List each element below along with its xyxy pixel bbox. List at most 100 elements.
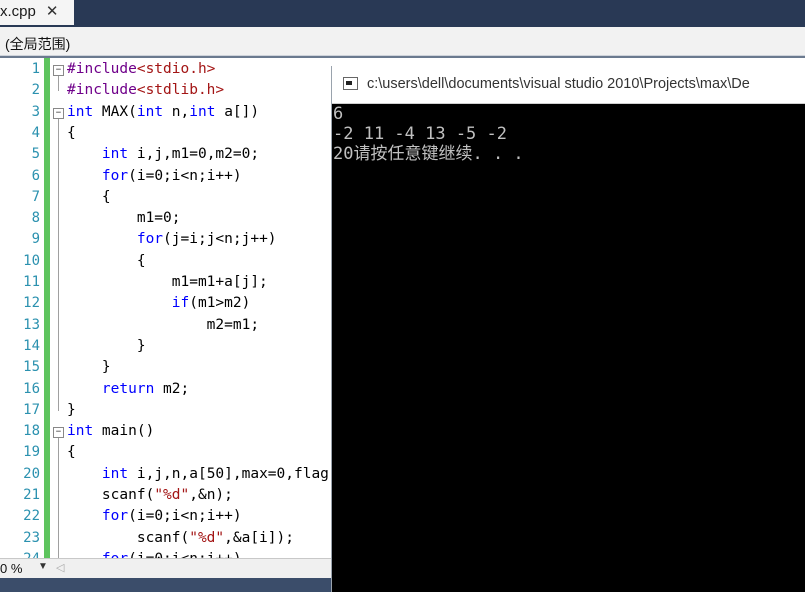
code-line[interactable]: scanf("%d",&n); — [67, 485, 233, 506]
file-tab-label: x.cpp — [0, 3, 36, 20]
code-token: int — [101, 146, 129, 163]
line-number: 3 — [31, 103, 40, 120]
collapse-icon[interactable]: − — [53, 427, 64, 439]
close-tab-icon[interactable]: ✕ — [46, 4, 59, 19]
line-number: 12 — [23, 295, 40, 312]
code-token: scanf( — [67, 529, 190, 546]
code-line[interactable]: { — [67, 442, 76, 463]
code-token: m2=m1; — [67, 316, 260, 333]
code-token: int — [189, 103, 216, 120]
code-token: m1=m1+a[j]; — [67, 274, 268, 290]
code-editor[interactable]: 123456789101112131415161718192021222324 … — [0, 58, 332, 558]
code-token: ,&n); — [189, 487, 233, 503]
code-token: #include — [67, 61, 137, 77]
scope-navigation-bar: (全局范围) — [0, 27, 805, 56]
code-line[interactable]: int i,j,n,a[50],max=0,flag — [67, 464, 329, 485]
code-line[interactable]: int i,j,m1=0,m2=0; — [67, 144, 259, 165]
code-token: if — [171, 295, 190, 312]
line-number: 21 — [23, 487, 40, 503]
line-number: 13 — [23, 316, 40, 333]
code-line[interactable]: scanf("%d",&a[i]); — [67, 528, 294, 549]
console-line: 6 — [333, 104, 344, 124]
code-line[interactable]: m1=m1+a[j]; — [67, 272, 268, 293]
console-window[interactable]: c:\users\dell\documents\visual studio 20… — [331, 66, 805, 592]
line-number: 1 — [31, 61, 40, 77]
code-token: } — [67, 337, 146, 354]
code-token: ,&a[i]); — [224, 529, 294, 546]
code-line[interactable]: } — [67, 400, 76, 421]
code-line[interactable]: m2=m1; — [67, 315, 259, 336]
line-number: 8 — [31, 210, 40, 227]
code-token: for — [102, 551, 128, 558]
code-token: n, — [163, 103, 190, 120]
code-line[interactable]: for(i=0;i<n;i++) — [67, 506, 242, 527]
code-token: "%d" — [154, 487, 190, 503]
line-number: 5 — [31, 146, 40, 163]
code-token: for — [101, 167, 129, 184]
code-line[interactable]: if(m1>m2) — [67, 293, 251, 314]
collapse-icon[interactable]: − — [53, 107, 64, 119]
line-number: 20 — [23, 465, 40, 482]
code-line[interactable]: for(i=0;i<n;i++) — [67, 166, 242, 187]
code-token: (m1>m2) — [189, 295, 251, 312]
code-token: <stdio.h> — [136, 61, 216, 77]
file-tab[interactable]: x.cpp ✕ — [0, 0, 74, 25]
line-number-gutter: 123456789101112131415161718192021222324 — [0, 58, 44, 558]
code-token: { — [67, 188, 111, 205]
line-number: 15 — [23, 359, 40, 376]
code-token: m2; — [154, 380, 190, 397]
line-number: 24 — [0, 549, 40, 558]
line-number: 14 — [23, 337, 40, 354]
zoom-dropdown-icon[interactable]: ▼ — [38, 561, 48, 572]
code-line[interactable]: return m2; — [67, 379, 189, 400]
code-token: return — [101, 380, 155, 397]
code-line[interactable]: { — [67, 187, 111, 208]
change-tracking-bar — [44, 58, 50, 558]
zoom-level[interactable]: 0 % — [0, 561, 22, 576]
line-number: 16 — [23, 380, 40, 397]
code-token: { — [67, 124, 76, 141]
code-token: (i=0;i<n;i++) — [128, 551, 242, 558]
scope-dropdown[interactable]: (全局范围) — [5, 34, 70, 54]
outline-guide — [58, 76, 59, 92]
collapse-icon[interactable]: − — [53, 65, 64, 76]
code-line[interactable]: } — [67, 336, 146, 357]
code-token: MAX( — [93, 103, 137, 120]
code-line[interactable]: { — [67, 251, 146, 272]
code-line[interactable]: int main() — [67, 421, 154, 442]
line-number: 23 — [23, 529, 40, 546]
code-token: scanf( — [67, 487, 155, 503]
code-token: } — [67, 359, 111, 376]
scroll-left-icon[interactable]: ◁ — [56, 561, 64, 574]
outline-guide — [58, 118, 59, 411]
editor-bottom-bar: 0 % ▼ ◁ — [0, 558, 332, 578]
code-token: } — [67, 401, 76, 418]
line-number: 4 — [31, 124, 40, 141]
line-number: 7 — [31, 188, 40, 205]
code-line[interactable]: #include<stdlib.h> — [67, 80, 224, 101]
code-token: <stdlib.h> — [136, 82, 225, 99]
line-number: 10 — [23, 252, 40, 269]
code-token: i,j,m1=0,m2=0; — [128, 146, 260, 163]
code-token: for — [101, 508, 129, 525]
console-line: 20请按任意键继续. . . — [333, 144, 524, 164]
code-line[interactable]: { — [67, 123, 76, 144]
code-token: { — [67, 252, 146, 269]
line-number: 18 — [23, 423, 40, 440]
code-line[interactable]: for(i=0;i<n;i++) — [67, 549, 242, 558]
code-line[interactable]: #include<stdio.h> — [67, 59, 215, 80]
code-line[interactable]: m1=0; — [67, 208, 181, 229]
code-token: #include — [67, 82, 137, 99]
code-line[interactable]: for(j=i;j<n;j++) — [67, 229, 277, 250]
code-line[interactable]: } — [67, 357, 111, 378]
code-line[interactable]: int MAX(int n,int a[]) — [67, 102, 259, 123]
code-token: main() — [93, 423, 155, 440]
line-number: 6 — [31, 167, 40, 184]
console-titlebar[interactable]: c:\users\dell\documents\visual studio 20… — [332, 66, 805, 104]
line-number: 11 — [23, 274, 40, 290]
